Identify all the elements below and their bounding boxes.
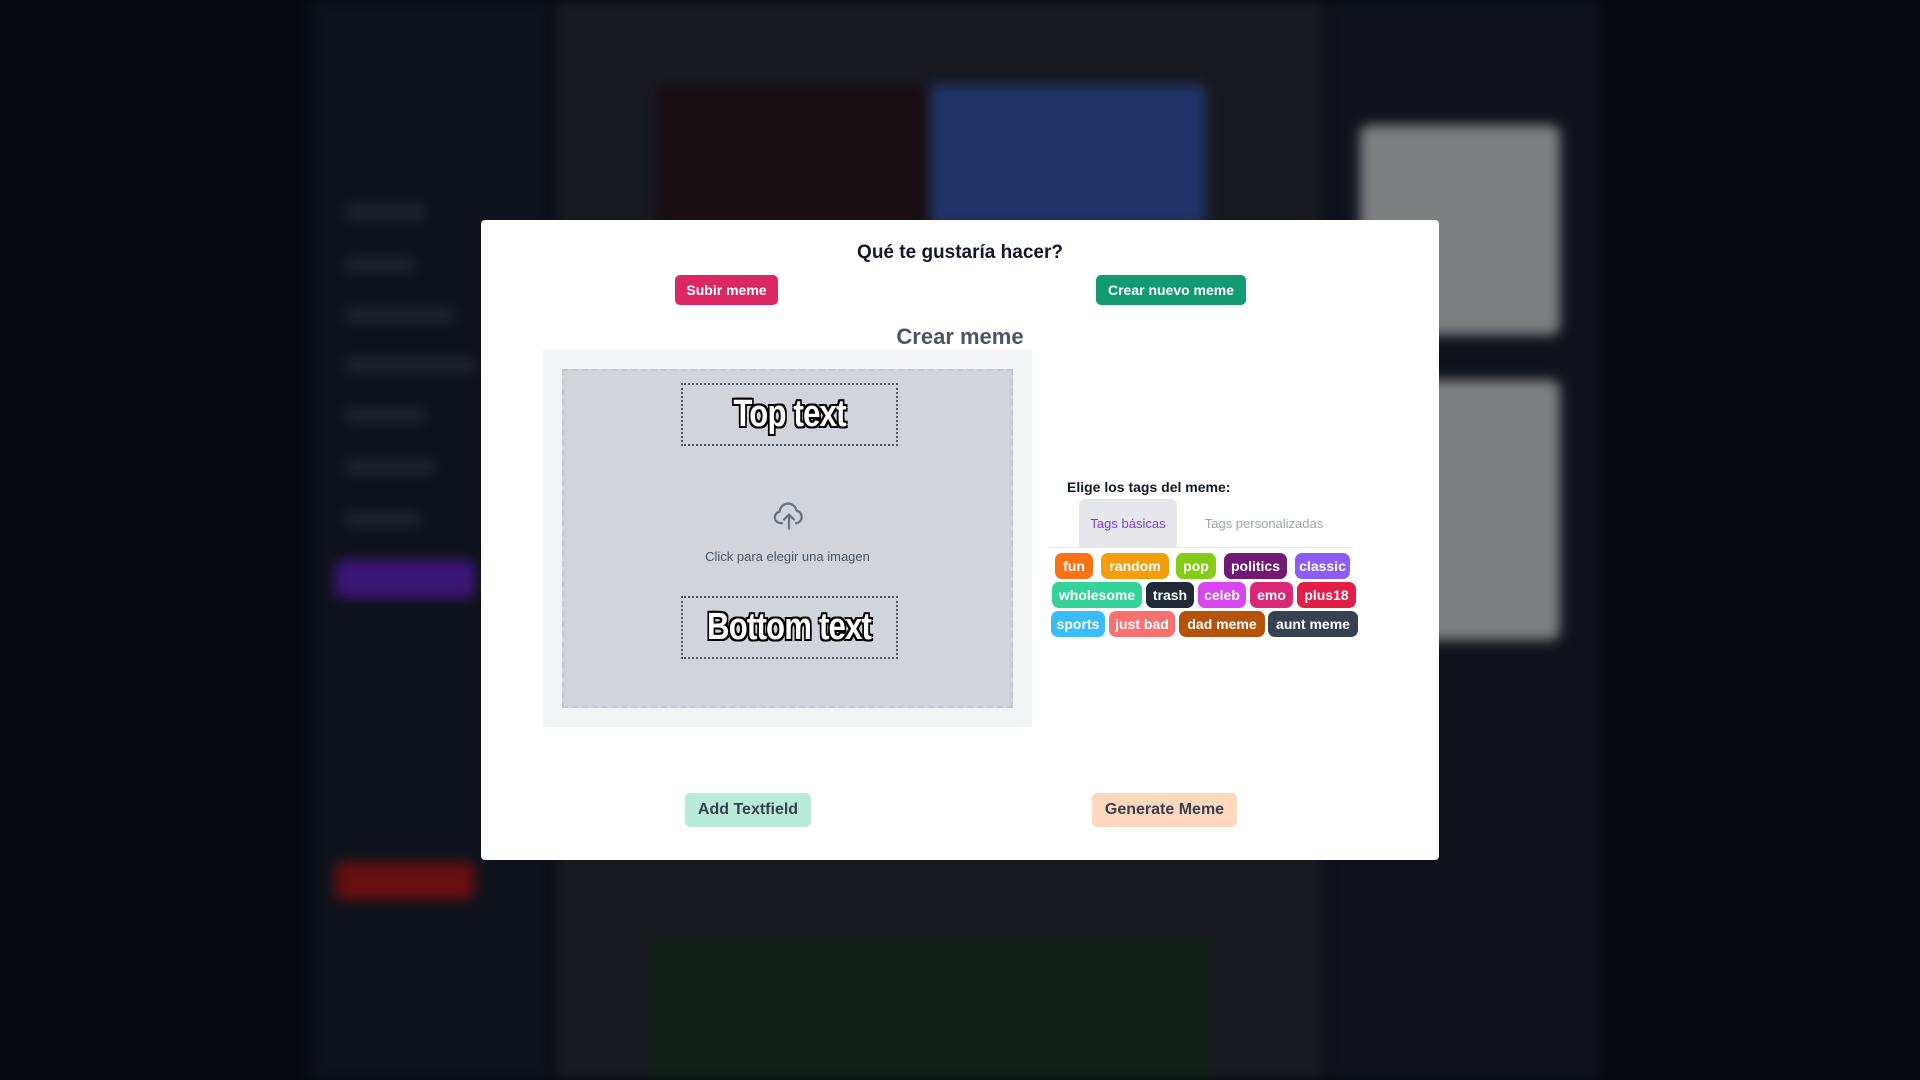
tag-emo[interactable]: emo — [1250, 582, 1293, 608]
tab-custom-tags[interactable]: Tags personalizadas — [1189, 499, 1339, 547]
top-text-field[interactable]: Top text — [681, 383, 898, 446]
tab-basic-tags[interactable]: Tags básicas — [1079, 499, 1177, 547]
modal-title: Qué te gustaría hacer? — [857, 242, 1063, 263]
bottom-text-label: Bottom text — [707, 606, 872, 648]
create-meme-modal: Qué te gustaría hacer? Subir meme Crear … — [481, 220, 1439, 860]
tag-politics[interactable]: politics — [1224, 553, 1287, 579]
add-textfield-button[interactable]: Add Textfield — [685, 793, 811, 827]
tag-pop[interactable]: pop — [1176, 553, 1216, 579]
tag-dad-meme[interactable]: dad meme — [1179, 611, 1265, 637]
generate-meme-button[interactable]: Generate Meme — [1092, 793, 1237, 827]
section-title: Crear meme — [896, 324, 1024, 349]
tag-plus18[interactable]: plus18 — [1297, 582, 1356, 608]
image-dropzone[interactable]: Top text Click para elegir una imagen Bo… — [562, 369, 1013, 708]
tags-tabs: Tags básicas Tags personalizadas — [1049, 499, 1354, 548]
tag-random[interactable]: random — [1101, 553, 1169, 579]
tag-fun[interactable]: fun — [1055, 553, 1093, 579]
tag-celeb[interactable]: celeb — [1198, 582, 1246, 608]
tag-just-bad[interactable]: just bad — [1109, 611, 1175, 637]
tag-sports[interactable]: sports — [1051, 611, 1105, 637]
tag-wholesome[interactable]: wholesome — [1052, 582, 1142, 608]
cloud-upload-icon — [773, 502, 803, 530]
bottom-text-field[interactable]: Bottom text — [681, 596, 898, 659]
tag-trash[interactable]: trash — [1146, 582, 1194, 608]
tag-classic[interactable]: classic — [1295, 553, 1350, 579]
upload-meme-button[interactable]: Subir meme — [675, 275, 778, 305]
upload-hint: Click para elegir una imagen — [705, 549, 870, 564]
create-meme-button[interactable]: Crear nuevo meme — [1096, 275, 1246, 305]
top-text-label: Top text — [733, 393, 846, 435]
tags-title: Elige los tags del meme: — [1067, 479, 1231, 495]
meme-editor: Top text Click para elegir una imagen Bo… — [543, 350, 1032, 727]
tag-aunt-meme[interactable]: aunt meme — [1268, 611, 1358, 637]
